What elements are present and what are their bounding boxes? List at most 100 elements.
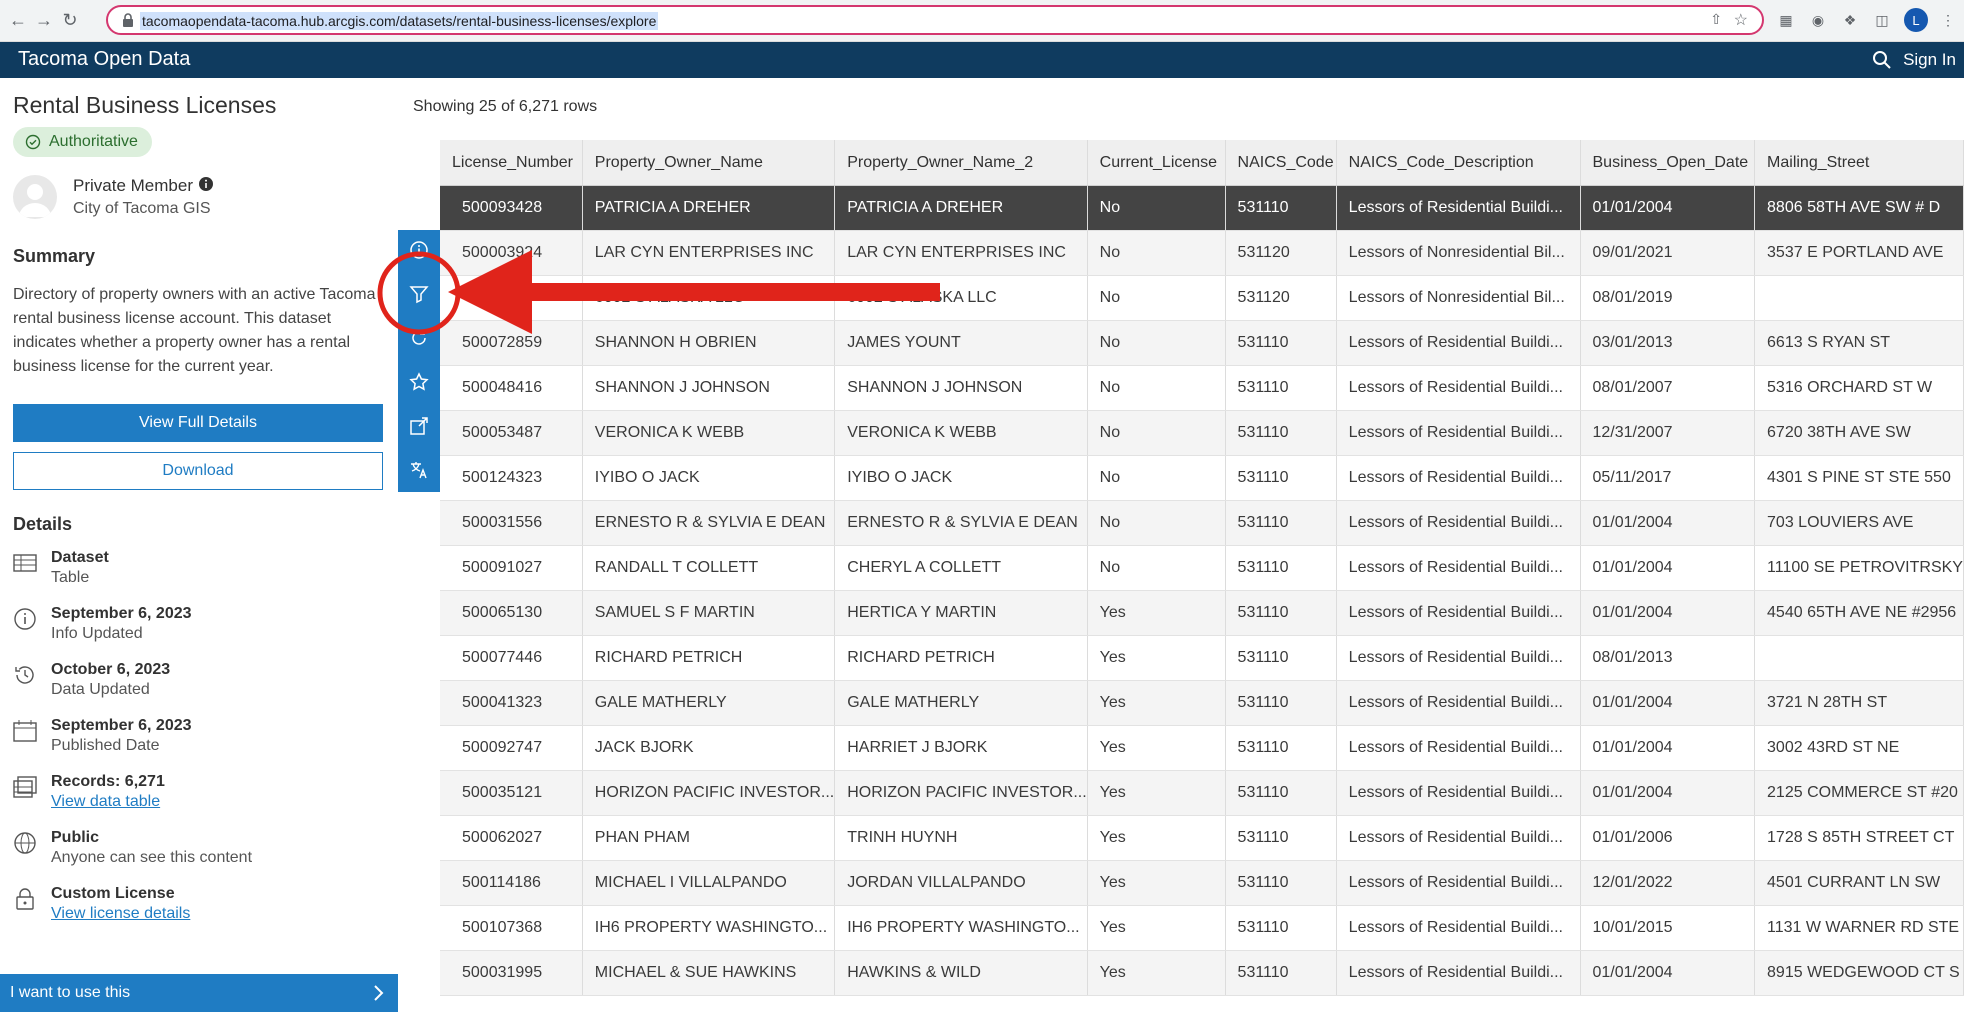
star-icon[interactable] xyxy=(409,372,429,392)
table-cell: 531110 xyxy=(1225,635,1337,681)
column-header[interactable]: License_Number xyxy=(440,140,583,186)
table-cell: RICHARD PETRICH xyxy=(582,635,836,681)
column-header[interactable]: Property_Owner_Name_2 xyxy=(834,140,1088,186)
refresh-icon[interactable] xyxy=(409,328,429,348)
table-row[interactable]: 500093428 PATRICIA A DREHER PATRICIA A DRE… xyxy=(440,185,1964,231)
translate-icon[interactable] xyxy=(409,460,429,480)
use-this-bar[interactable]: I want to use this xyxy=(0,974,398,1012)
table-cell: 531110 xyxy=(1225,725,1337,771)
table-cell: 01/01/2004 xyxy=(1580,545,1756,591)
table-row[interactable]: 500035121 HORIZON PACIFIC INVESTOR... HORI… xyxy=(440,770,1964,816)
filter-icon[interactable] xyxy=(409,284,429,304)
puzzle-icon[interactable]: ❖ xyxy=(1840,10,1860,30)
table-cell: IH6 PROPERTY WASHINGTO... xyxy=(834,905,1088,951)
share-page-icon[interactable]: ⇧ xyxy=(1710,11,1722,28)
table-row[interactable]: 500114186 MICHAEL I VILLALPANDO JORDAN VIL… xyxy=(440,860,1964,906)
table-cell: Lessors of Residential Buildi... xyxy=(1336,545,1581,591)
table-cell: HAWKINS & WILD xyxy=(834,950,1088,996)
table-cell: 500031995 xyxy=(440,950,583,996)
chevron-right-icon xyxy=(374,985,384,1001)
table-cell: 703 LOUVIERS AVE xyxy=(1754,500,1964,546)
column-header[interactable]: NAICS_Code xyxy=(1225,140,1337,186)
table-row[interactable]: 500053487 VERONICA K WEBB VERONICA K WEBB N… xyxy=(440,410,1964,456)
column-header[interactable]: Mailing_Street xyxy=(1754,140,1964,186)
detail-title: Custom License xyxy=(51,885,175,902)
table-row[interactable]: 500065130 SAMUEL S F MARTIN HERTICA Y MART… xyxy=(440,590,1964,636)
dataset-title: Rental Business Licenses xyxy=(13,92,277,118)
table-cell: 12/01/2022 xyxy=(1580,860,1756,906)
summary-text: Directory of property owners with an act… xyxy=(13,286,376,375)
table-cell: ERNESTO R & SYLVIA E DEAN xyxy=(582,500,836,546)
owner-org[interactable]: City of Tacoma GIS xyxy=(73,200,211,218)
table-row[interactable]: 500041323 GALE MATHERLY GALE MATHERLY Yes 53… xyxy=(440,680,1964,726)
table-cell: 500124323 xyxy=(440,455,583,501)
reload-icon[interactable]: ↻ xyxy=(58,8,82,32)
bookmark-star-icon[interactable]: ☆ xyxy=(1734,10,1748,30)
table-cell: 531110 xyxy=(1225,680,1337,726)
table-row[interactable]: 500092747 JACK BJORK HARRIET J BJORK Yes 531… xyxy=(440,725,1964,771)
address-bar[interactable]: tacomaopendata-tacoma.hub.arcgis.com/dat… xyxy=(106,5,1764,35)
table-cell: 500048416 xyxy=(440,365,583,411)
table-row[interactable]: 500077446 RICHARD PETRICH RICHARD PETRICH Y… xyxy=(440,635,1964,681)
share-icon[interactable] xyxy=(409,416,429,436)
column-header[interactable]: Property_Owner_Name xyxy=(582,140,836,186)
table-row[interactable]: 500107368 IH6 PROPERTY WASHINGTO... IH6 PR… xyxy=(440,905,1964,951)
table-cell: 531120 xyxy=(1225,275,1337,321)
table-cell: IYIBO O JACK xyxy=(582,455,836,501)
back-icon[interactable]: ← xyxy=(6,8,30,32)
sign-in-link[interactable]: Sign In xyxy=(1903,50,1956,70)
view-full-details-button[interactable]: View Full Details xyxy=(13,404,383,442)
table-cell: TRINH HUYNH xyxy=(834,815,1088,861)
view-license-link[interactable]: View license details xyxy=(51,905,190,923)
profile-avatar[interactable]: L xyxy=(1904,8,1928,32)
detail-sub: Anyone can see this content xyxy=(51,849,253,866)
table-cell: 531110 xyxy=(1225,545,1337,591)
table-cell: 01/01/2004 xyxy=(1580,770,1756,816)
table-cell: VERONICA K WEBB xyxy=(582,410,836,456)
table-cell: LAR CYN ENTERPRISES INC xyxy=(834,230,1088,276)
table-row[interactable]: 500124323 IYIBO O JACK IYIBO O JACK No 53111… xyxy=(440,455,1964,501)
info-icon[interactable] xyxy=(198,176,214,192)
info-icon[interactable] xyxy=(409,240,429,260)
table-row[interactable]: 500091027 RANDALL T COLLETT CHERYL A COLLE… xyxy=(440,545,1964,591)
table-cell: Yes xyxy=(1087,590,1226,636)
table-row[interactable]: 500048416 SHANNON J JOHNSON SHANNON J JOHN… xyxy=(440,365,1964,411)
download-button[interactable]: Download xyxy=(13,452,383,490)
table-row[interactable]: 500062027 PHAN PHAM TRINH HUYNH Yes 531110 Le… xyxy=(440,815,1964,861)
table-toolbar xyxy=(398,230,440,492)
view-data-table-link[interactable]: View data table xyxy=(51,793,160,811)
row-count: Showing 25 of 6,271 rows xyxy=(413,98,598,115)
table-cell: 12/31/2007 xyxy=(1580,410,1756,456)
extension-icon[interactable]: ▦ xyxy=(1776,10,1796,30)
forward-icon[interactable]: → xyxy=(32,8,56,32)
detail-title: October 6, 2023 xyxy=(51,661,171,678)
table-cell: 500041323 xyxy=(440,680,583,726)
camera-icon[interactable]: ◉ xyxy=(1808,10,1828,30)
authoritative-badge: Authoritative xyxy=(13,127,152,157)
column-header[interactable]: NAICS_Code_Description xyxy=(1336,140,1581,186)
table-cell: 1131 W WARNER RD STE xyxy=(1754,905,1964,951)
table-cell: 8915 WEDGEWOOD CT S xyxy=(1754,950,1964,996)
table-cell: No xyxy=(1087,500,1226,546)
table-cell: PATRICIA A DREHER xyxy=(582,185,836,231)
table-row[interactable]: 500031995 MICHAEL & SUE HAWKINS HAWKINS & … xyxy=(440,950,1964,996)
table-cell: 500092747 xyxy=(440,725,583,771)
search-icon[interactable] xyxy=(1872,50,1892,70)
site-header: Tacoma Open Data Sign In xyxy=(0,42,1964,78)
table-row[interactable]: 500072859 SHANNON H OBRIEN JAMES YOUNT No 53… xyxy=(440,320,1964,366)
badge-label: Authoritative xyxy=(49,133,138,150)
table-cell: RANDALL T COLLETT xyxy=(582,545,836,591)
table-cell: Yes xyxy=(1087,860,1226,906)
menu-icon[interactable]: ⋮ xyxy=(1938,10,1958,30)
sidepanel-icon[interactable]: ◫ xyxy=(1872,10,1892,30)
site-title[interactable]: Tacoma Open Data xyxy=(18,48,190,71)
details-heading: Details xyxy=(13,514,73,534)
table-cell: PHAN PHAM xyxy=(582,815,836,861)
column-header[interactable]: Business_Open_Date xyxy=(1580,140,1756,186)
column-header[interactable]: Current_License xyxy=(1087,140,1226,186)
table-row[interactable]: 500031556 ERNESTO R & SYLVIA E DEAN ERNEST… xyxy=(440,500,1964,546)
dataset-sidebar: Rental Business Licenses Authoritative P… xyxy=(0,78,399,1012)
table-row[interactable]: 500003924 LAR CYN ENTERPRISES INC LAR CYN … xyxy=(440,230,1964,276)
browser-toolbar: ← → ↻ tacomaopendata-tacoma.hub.arcgis.c… xyxy=(0,0,1964,42)
table-row[interactable]: 6002 S ALASKA LLC 6002 S ALASKA LLC No 5311… xyxy=(440,275,1964,321)
